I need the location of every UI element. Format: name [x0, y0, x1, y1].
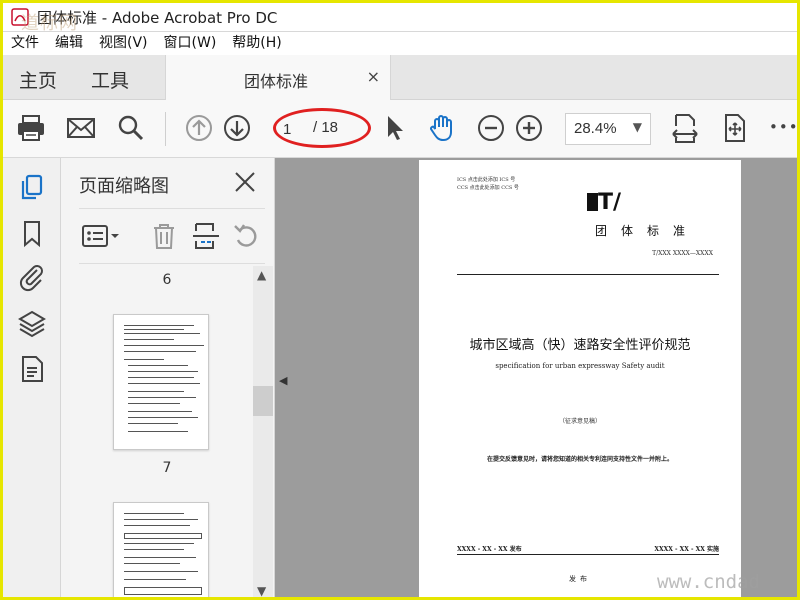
ccs-line: CCS 点击此处添加 CCS 号	[457, 185, 519, 191]
minus-circle-icon	[478, 115, 504, 141]
document-title: 城市区域高（快）速路安全性评价规范	[469, 338, 691, 353]
menu-file[interactable]: 文件	[3, 32, 47, 53]
cursor-arrow-icon	[388, 116, 403, 140]
select-tool-button[interactable]	[379, 112, 411, 144]
header-rule	[457, 274, 719, 275]
expand-page-icon	[725, 114, 745, 142]
tab-home[interactable]: 主页	[19, 66, 57, 93]
attachments-button[interactable]	[17, 262, 47, 292]
window-title: 团体标准 - Adobe Acrobat Pro DC	[37, 9, 278, 27]
layers-button[interactable]	[17, 308, 47, 338]
document-title-en: specification for urban expressway Safet…	[495, 362, 665, 370]
thumbnail-toolbar	[79, 208, 265, 264]
next-page-button[interactable]	[221, 112, 253, 144]
options-list-icon	[82, 225, 119, 247]
page-thumbnails-button[interactable]	[17, 172, 47, 202]
thumbnail-list: 6 7	[79, 266, 255, 597]
print-button[interactable]	[15, 112, 47, 144]
menu-bar: 文件 编辑 视图(V) 窗口(W) 帮助(H)	[3, 32, 797, 55]
title-bar: 团体标准 - Adobe Acrobat Pro DC 道标网	[3, 3, 797, 34]
scroll-down-icon[interactable]: ▼	[257, 584, 266, 597]
document-properties-button[interactable]	[17, 354, 47, 384]
bookmark-icon	[24, 221, 40, 248]
navigation-rail	[3, 158, 61, 597]
envelope-icon	[67, 118, 95, 138]
full-screen-button[interactable]	[719, 112, 751, 144]
rotate-icon	[234, 224, 257, 247]
fit-page-button[interactable]	[669, 112, 701, 144]
footer-rule	[457, 554, 719, 555]
close-icon	[235, 172, 255, 192]
search-icon	[118, 115, 144, 141]
bookmarks-button[interactable]	[17, 218, 47, 248]
hand-tool-button[interactable]	[427, 112, 459, 144]
layers-icon	[18, 310, 46, 338]
page-number-input[interactable]	[283, 118, 305, 140]
page-total: / 18	[313, 119, 339, 136]
document-icon	[22, 356, 43, 382]
zoom-in-button[interactable]	[513, 112, 545, 144]
arrow-up-circle-icon	[186, 115, 212, 141]
email-button[interactable]	[65, 112, 97, 144]
thumbnail-options-button[interactable]	[81, 221, 123, 251]
extract-page-button[interactable]	[191, 221, 221, 251]
issuer-line: 发布	[569, 575, 591, 583]
copy-pages-icon	[21, 174, 43, 200]
document-page: ICS 点击此处添加 ICS 号 CCS 点击此处添加 CCS 号 T/ 团体标准…	[419, 160, 741, 597]
panel-title: 页面缩略图	[79, 176, 169, 197]
chevron-down-icon: ▼	[632, 120, 642, 134]
rotate-page-button[interactable]	[231, 221, 261, 251]
standard-type: 团体标准	[595, 224, 700, 238]
plus-circle-icon	[516, 115, 542, 141]
zoom-level-dropdown[interactable]: 28.4% ▼	[565, 113, 651, 145]
menu-window[interactable]: 窗口(W)	[156, 32, 225, 53]
paperclip-icon	[19, 265, 43, 292]
patent-notice: 在提交反馈意见时，请将您知道的相关专利连同支持性文件一并附上。	[486, 456, 673, 463]
menu-edit[interactable]: 编辑	[47, 32, 91, 53]
menu-view[interactable]: 视图(V)	[91, 32, 156, 53]
toolbar: / 18 28.4% ▼ •••	[3, 100, 797, 158]
previous-page-button[interactable]	[183, 112, 215, 144]
draft-note: （征求意见稿）	[558, 418, 601, 425]
implement-date: XXXX - XX - XX 实施	[654, 546, 719, 553]
close-tab-icon[interactable]: ×	[367, 67, 380, 86]
zoom-out-button[interactable]	[475, 112, 507, 144]
page-navigator: / 18	[279, 114, 363, 144]
scroll-up-icon[interactable]: ▲	[257, 268, 266, 282]
printer-icon	[18, 115, 44, 141]
arrow-down-circle-icon	[224, 115, 250, 141]
trash-icon	[154, 224, 174, 249]
tabs-bar: 主页 工具 团体标准 ×	[3, 55, 797, 100]
fit-width-icon	[672, 114, 698, 143]
collapse-panel-arrow-icon[interactable]: ◀	[279, 374, 287, 387]
page-thumbnails-panel: 页面缩略图 6 7 ▲ ▼	[61, 158, 275, 597]
zoom-level-value: 28.4%	[574, 120, 617, 137]
ics-line: ICS 点击此处添加 ICS 号 CCS 点击此处添加 CCS 号	[457, 177, 519, 191]
acrobat-logo-icon	[11, 8, 29, 26]
document-viewer[interactable]: ◀ ICS 点击此处添加 ICS 号 CCS 点击此处添加 CCS 号 T/ 团体…	[275, 158, 797, 597]
tab-document-label: 团体标准	[244, 72, 309, 91]
publish-date: XXXX - XX - XX 发布	[457, 546, 522, 553]
tab-document[interactable]: 团体标准 ×	[165, 55, 391, 100]
close-panel-button[interactable]	[233, 170, 257, 194]
standard-mark: T/	[587, 190, 621, 215]
scrollbar-thumb[interactable]	[253, 386, 273, 416]
menu-help[interactable]: 帮助(H)	[224, 32, 289, 53]
thumbnail-label: 7	[162, 460, 172, 476]
thumbnail-scrollbar[interactable]: ▲ ▼	[253, 266, 273, 597]
standard-number: T/XXX XXXX—XXXX	[652, 250, 713, 257]
delete-page-button[interactable]	[149, 221, 179, 251]
toolbar-divider	[165, 112, 166, 146]
tab-tools[interactable]: 工具	[91, 66, 129, 93]
thumbnail-label: 6	[162, 272, 172, 288]
hand-icon	[430, 115, 452, 142]
more-tools-button[interactable]: •••	[769, 118, 797, 136]
acrobat-window: 团体标准 - Adobe Acrobat Pro DC 道标网 文件 编辑 视图(V…	[0, 0, 800, 600]
thumbnail-page-7[interactable]	[113, 502, 209, 597]
extract-pages-icon	[193, 223, 219, 249]
search-button[interactable]	[115, 112, 147, 144]
thumbnail-page-6[interactable]	[113, 314, 209, 450]
